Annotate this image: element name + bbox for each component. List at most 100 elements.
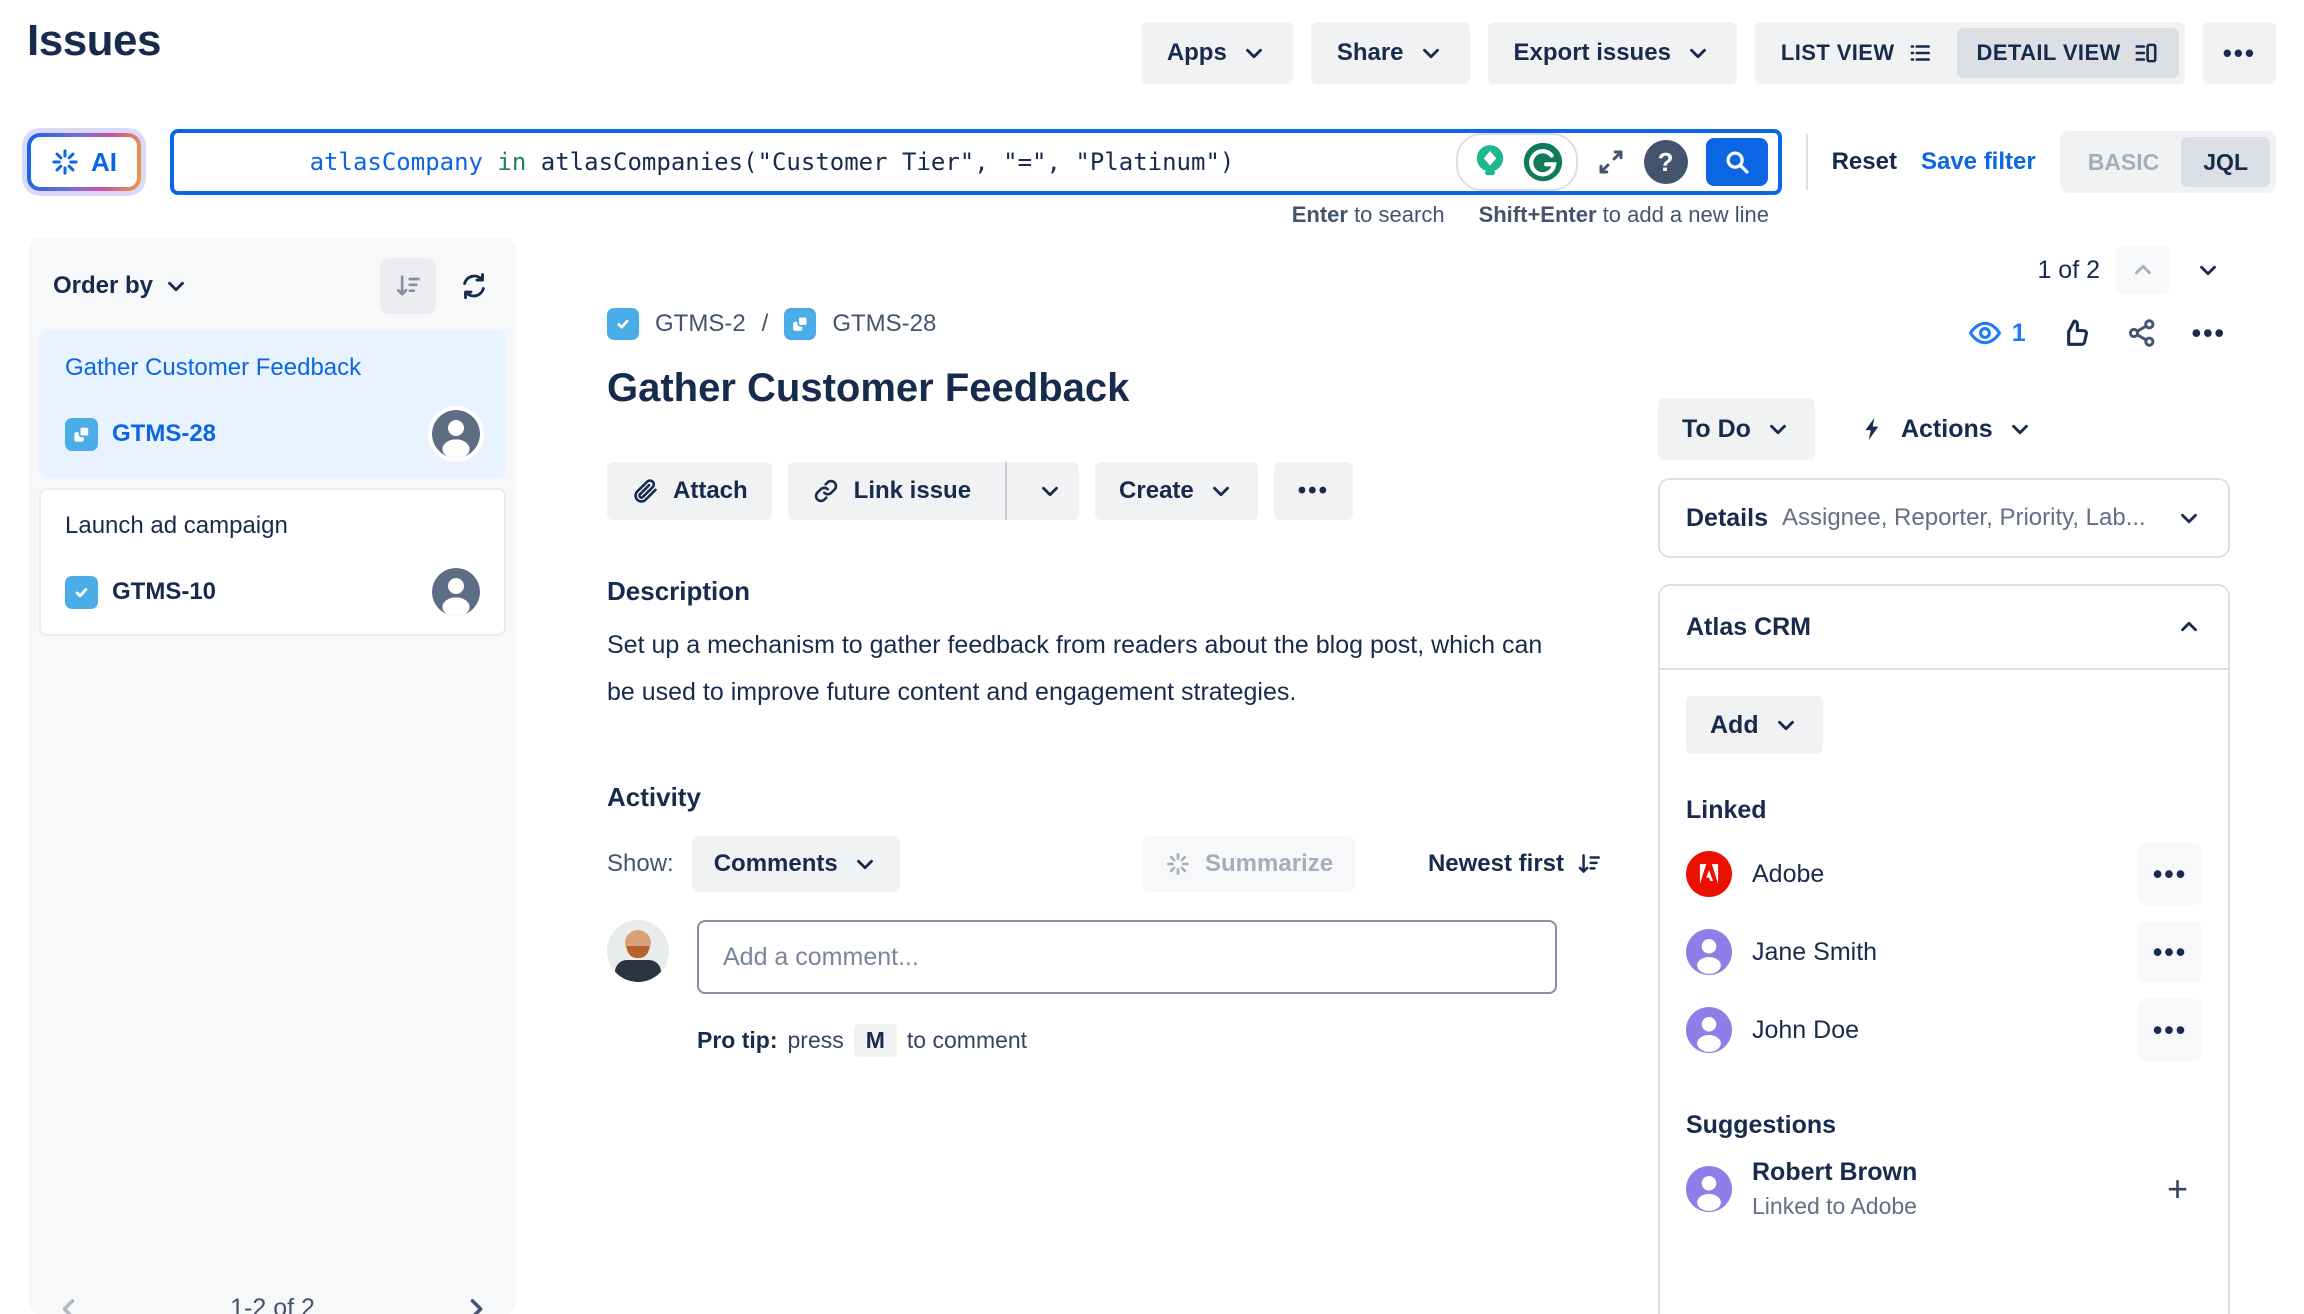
apps-button[interactable]: Apps bbox=[1141, 22, 1293, 84]
jql-query-text: atlasCompany in atlasCompanies("Customer… bbox=[194, 120, 1234, 204]
issue-list-sidebar: Order by bbox=[29, 238, 516, 1314]
breadcrumb-parent-link[interactable]: GTMS-2 bbox=[655, 310, 746, 338]
actions-dropdown[interactable]: Actions bbox=[1859, 415, 2033, 444]
task-type-icon bbox=[65, 576, 98, 609]
reset-button[interactable]: Reset bbox=[1832, 148, 1897, 176]
share-issue-button[interactable] bbox=[2126, 317, 2158, 349]
grammarly-icon[interactable] bbox=[1520, 139, 1566, 185]
hint-shift-text: to add a new line bbox=[1597, 202, 1769, 227]
share-button[interactable]: Share bbox=[1311, 22, 1470, 84]
toolbar-more-button[interactable]: ••• bbox=[1274, 462, 1353, 520]
issue-list-item-gtms-10[interactable]: Launch ad campaign GTMS-10 bbox=[39, 488, 506, 636]
watch-button[interactable]: 1 bbox=[1968, 316, 2026, 350]
linked-item-more-button[interactable]: ••• bbox=[2138, 921, 2202, 983]
assignee-avatar bbox=[432, 410, 480, 458]
link-issue-label: Link issue bbox=[854, 477, 971, 505]
jql-mode-toggle[interactable]: JQL bbox=[2181, 137, 2270, 187]
linked-item-john-doe: John Doe ••• bbox=[1686, 991, 2202, 1069]
hint-enter-key: Enter bbox=[1292, 202, 1348, 227]
syntax-help-button[interactable]: ? bbox=[1644, 140, 1688, 184]
linked-item-adobe: Adobe ••• bbox=[1686, 835, 2202, 913]
order-by-button[interactable]: Order by bbox=[53, 272, 189, 300]
details-panel-toggle[interactable]: Details Assignee, Reporter, Priority, La… bbox=[1658, 478, 2230, 558]
atlas-crm-header[interactable]: Atlas CRM bbox=[1660, 586, 2228, 670]
lightbulb-extension-icon[interactable] bbox=[1468, 140, 1512, 184]
search-submit-button[interactable] bbox=[1706, 138, 1768, 186]
summarize-button[interactable]: Summarize bbox=[1143, 836, 1355, 892]
share-label: Share bbox=[1337, 39, 1404, 67]
activity-filter-row: Show: Comments Summarize Newest first bbox=[607, 836, 1602, 892]
chevron-up-icon bbox=[2130, 257, 2156, 283]
description-text: Set up a mechanism to gather feedback fr… bbox=[607, 622, 1552, 716]
comment-input[interactable] bbox=[697, 920, 1557, 994]
issue-list-item-gtms-28[interactable]: Gather Customer Feedback GTMS-28 bbox=[39, 330, 506, 478]
suggestions-heading: Suggestions bbox=[1686, 1111, 2202, 1140]
comment-row bbox=[607, 920, 1557, 994]
pro-tip-press: press bbox=[788, 1027, 844, 1054]
comments-filter-button[interactable]: Comments bbox=[692, 836, 900, 892]
link-issue-dropdown[interactable] bbox=[1021, 462, 1079, 520]
linked-name[interactable]: Adobe bbox=[1752, 860, 1824, 889]
jql-keyword-token: in bbox=[483, 148, 541, 176]
person-avatar bbox=[1686, 1166, 1732, 1212]
ai-button[interactable]: AI bbox=[31, 137, 137, 187]
person-avatar bbox=[1686, 1007, 1732, 1053]
status-dropdown[interactable]: To Do bbox=[1658, 398, 1815, 460]
list-view-toggle[interactable]: LIST VIEW bbox=[1761, 28, 1953, 78]
actions-label: Actions bbox=[1901, 415, 1993, 444]
issue-more-button[interactable]: ••• bbox=[2192, 318, 2226, 349]
detail-view-toggle[interactable]: DETAIL VIEW bbox=[1957, 28, 2179, 78]
browser-extensions-pill bbox=[1456, 133, 1578, 191]
header-more-button[interactable]: ••• bbox=[2203, 22, 2276, 84]
list-view-label: LIST VIEW bbox=[1781, 40, 1895, 66]
refresh-button[interactable] bbox=[450, 262, 498, 310]
paperclip-icon bbox=[631, 477, 659, 505]
crm-add-button[interactable]: Add bbox=[1686, 696, 1823, 754]
chevron-down-icon bbox=[852, 851, 878, 877]
basic-mode-toggle[interactable]: BASIC bbox=[2066, 137, 2182, 187]
create-button[interactable]: Create bbox=[1095, 462, 1258, 520]
breadcrumb-current-link[interactable]: GTMS-28 bbox=[832, 310, 936, 338]
atlas-crm-title: Atlas CRM bbox=[1686, 613, 2176, 642]
linked-name[interactable]: Jane Smith bbox=[1752, 938, 1877, 967]
link-issue-main[interactable]: Link issue bbox=[788, 462, 991, 520]
expand-icon[interactable] bbox=[1596, 147, 1626, 177]
header-actions: Apps Share Export issues LIST VIEW DETAI… bbox=[1141, 22, 2276, 84]
status-label: To Do bbox=[1682, 415, 1751, 444]
sort-direction-button[interactable] bbox=[380, 258, 436, 314]
pro-tip: Pro tip: press M to comment bbox=[697, 1024, 1027, 1057]
crm-add-label: Add bbox=[1710, 711, 1759, 740]
attach-button[interactable]: Attach bbox=[607, 462, 772, 520]
add-suggestion-button[interactable]: + bbox=[2153, 1168, 2202, 1210]
export-issues-button[interactable]: Export issues bbox=[1488, 22, 1737, 84]
chevron-down-icon bbox=[2195, 257, 2221, 283]
details-title: Details bbox=[1686, 504, 1768, 533]
previous-page-icon[interactable] bbox=[55, 1295, 83, 1314]
chevron-down-icon bbox=[1765, 416, 1791, 442]
save-filter-button[interactable]: Save filter bbox=[1921, 148, 2036, 176]
subtask-type-icon bbox=[784, 308, 816, 340]
vote-button[interactable] bbox=[2060, 317, 2092, 349]
previous-issue-button[interactable] bbox=[2116, 246, 2170, 294]
jql-search-input[interactable]: atlasCompany in atlasCompanies("Customer… bbox=[170, 129, 1782, 195]
issue-card-title: Launch ad campaign bbox=[65, 512, 480, 540]
link-icon bbox=[812, 477, 840, 505]
linked-name[interactable]: John Doe bbox=[1752, 1016, 1859, 1045]
sort-newest-first-button[interactable]: Newest first bbox=[1428, 850, 1602, 878]
apps-label: Apps bbox=[1167, 39, 1227, 67]
next-page-icon[interactable] bbox=[462, 1295, 490, 1314]
list-view-icon bbox=[1907, 40, 1933, 66]
summarize-label: Summarize bbox=[1205, 850, 1333, 878]
person-avatar bbox=[1686, 929, 1732, 975]
sort-descending-icon bbox=[1576, 851, 1602, 877]
hint-enter-text: to search bbox=[1348, 202, 1445, 227]
jql-function-token: atlasCompanies("Customer Tier", "=", "Pl… bbox=[541, 148, 1235, 176]
linked-item-more-button[interactable]: ••• bbox=[2138, 843, 2202, 905]
eye-icon bbox=[1968, 316, 2002, 350]
next-issue-button[interactable] bbox=[2186, 246, 2230, 294]
linked-item-more-button[interactable]: ••• bbox=[2138, 999, 2202, 1061]
hint-shift-key: Shift+Enter bbox=[1479, 202, 1597, 227]
ai-sparkle-icon bbox=[51, 148, 79, 176]
chevron-down-icon bbox=[1208, 478, 1234, 504]
status-row: To Do Actions bbox=[1658, 398, 2033, 460]
